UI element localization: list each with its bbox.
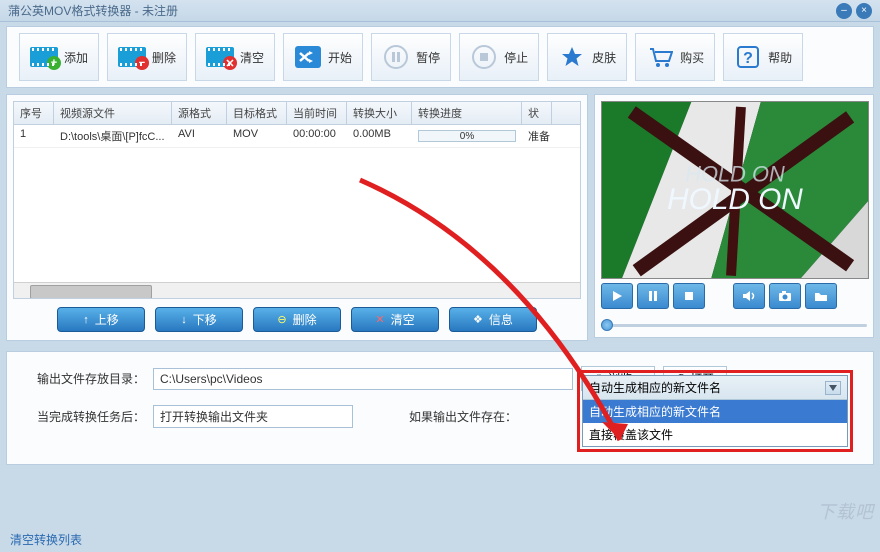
- table-body: 1 D:\tools\桌面\[P]fcC... AVI MOV 00:00:00…: [14, 125, 580, 148]
- cell-seq: 1: [14, 125, 54, 147]
- start-button[interactable]: 开始: [283, 33, 363, 81]
- after-task-label: 当完成转换任务后：: [25, 408, 145, 425]
- stop-button[interactable]: 停止: [459, 33, 539, 81]
- skin-button[interactable]: 皮肤: [547, 33, 627, 81]
- filmstrip-clear-icon: ✕: [206, 46, 234, 68]
- col-src-format[interactable]: 源格式: [172, 102, 227, 124]
- chevron-down-icon[interactable]: [825, 381, 841, 395]
- combo-option[interactable]: 自动生成相应的新文件名: [583, 400, 847, 423]
- stop-icon: [470, 46, 498, 68]
- cell-source: D:\tools\桌面\[P]fcC...: [54, 125, 172, 147]
- col-seq[interactable]: 序号: [14, 102, 54, 124]
- cell-status: 准备: [522, 125, 552, 147]
- seek-slider[interactable]: [601, 319, 867, 331]
- help-icon: ?: [734, 46, 762, 68]
- clear-button[interactable]: ✕ 清空: [195, 33, 275, 81]
- horizontal-scrollbar[interactable]: [14, 282, 580, 298]
- shuffle-icon: [294, 46, 322, 68]
- cell-tgt-format: MOV: [227, 125, 287, 147]
- help-button[interactable]: ? 帮助: [723, 33, 803, 81]
- pause-label: 暂停: [416, 49, 440, 66]
- progress-bar: 0%: [418, 130, 516, 142]
- output-settings-panel: 输出文件存放目录： ✺浏览... ✪打开 当完成转换任务后： 打开转换输出文件夹…: [6, 351, 874, 465]
- preview-panel: HOLD ON HOLD ON: [594, 94, 874, 338]
- col-tgt-format[interactable]: 目标格式: [227, 102, 287, 124]
- cell-size: 0.00MB: [347, 125, 412, 147]
- filmstrip-delete-icon: −: [118, 46, 146, 68]
- info-button[interactable]: ❖信息: [449, 307, 537, 332]
- video-preview[interactable]: HOLD ON HOLD ON: [601, 101, 869, 279]
- minus-circle-icon: ⊖: [277, 313, 286, 326]
- pause-icon: [382, 46, 410, 68]
- stop-label: 停止: [504, 49, 528, 66]
- cell-time: 00:00:00: [287, 125, 347, 147]
- combo-option[interactable]: 直接覆盖该文件: [583, 423, 847, 446]
- file-list-panel: 序号 视频源文件 源格式 目标格式 当前时间 转换大小 转换进度 状 1 D:\…: [6, 94, 588, 341]
- buy-button[interactable]: 购买: [635, 33, 715, 81]
- add-label: 添加: [64, 49, 88, 66]
- annotation-highlight-box: 自动生成相应的新文件名 自动生成相应的新文件名 直接覆盖该文件: [577, 370, 853, 452]
- delete-label: 删除: [152, 49, 176, 66]
- close-button[interactable]: ×: [856, 3, 872, 19]
- media-pause-button[interactable]: [637, 283, 669, 309]
- move-down-button[interactable]: ↓下移: [155, 307, 243, 332]
- slider-thumb[interactable]: [601, 319, 613, 331]
- info-icon: ❖: [473, 313, 483, 326]
- cell-progress: 0%: [412, 125, 522, 147]
- media-stop-button[interactable]: [673, 283, 705, 309]
- skin-label: 皮肤: [592, 49, 616, 66]
- file-table[interactable]: 序号 视频源文件 源格式 目标格式 当前时间 转换大小 转换进度 状 1 D:\…: [13, 101, 581, 299]
- arrow-up-icon: ↑: [83, 314, 89, 326]
- snapshot-button[interactable]: [769, 283, 801, 309]
- list-clear-button[interactable]: ✕清空: [351, 307, 439, 332]
- col-size[interactable]: 转换大小: [347, 102, 412, 124]
- play-button[interactable]: [601, 283, 633, 309]
- combo-dropdown-list: 自动生成相应的新文件名 直接覆盖该文件: [583, 400, 847, 446]
- delete-button[interactable]: − 删除: [107, 33, 187, 81]
- combo-selected[interactable]: 自动生成相应的新文件名: [583, 376, 847, 400]
- x-icon: ✕: [375, 313, 384, 326]
- cell-src-format: AVI: [172, 125, 227, 147]
- output-dir-label: 输出文件存放目录：: [25, 370, 145, 387]
- media-controls: [601, 279, 867, 313]
- clear-list-link[interactable]: 清空转换列表: [10, 531, 82, 548]
- add-button[interactable]: + 添加: [19, 33, 99, 81]
- output-dir-input[interactable]: [153, 368, 573, 390]
- table-header: 序号 视频源文件 源格式 目标格式 当前时间 转换大小 转换进度 状: [14, 102, 580, 125]
- svg-text:?: ?: [743, 50, 753, 67]
- cart-icon: [646, 46, 674, 68]
- filmstrip-add-icon: +: [30, 46, 58, 68]
- clear-label: 清空: [240, 49, 264, 66]
- list-action-bar: ↑上移 ↓下移 ⊖删除 ✕清空 ❖信息: [13, 299, 581, 334]
- col-status[interactable]: 状: [522, 102, 552, 124]
- move-up-button[interactable]: ↑上移: [57, 307, 145, 332]
- start-label: 开始: [328, 49, 352, 66]
- pause-button[interactable]: 暂停: [371, 33, 451, 81]
- after-task-select[interactable]: 打开转换输出文件夹: [153, 405, 353, 428]
- help-label: 帮助: [768, 49, 792, 66]
- titlebar: 蒲公英MOV格式转换器 - 未注册 – ×: [0, 0, 880, 22]
- col-progress[interactable]: 转换进度: [412, 102, 522, 124]
- window-title: 蒲公英MOV格式转换器 - 未注册: [8, 2, 178, 19]
- volume-button[interactable]: [733, 283, 765, 309]
- list-delete-button[interactable]: ⊖删除: [253, 307, 341, 332]
- svg-text:HOLD ON: HOLD ON: [667, 183, 803, 216]
- minimize-button[interactable]: –: [836, 3, 852, 19]
- if-exists-label: 如果输出文件存在：: [409, 408, 517, 425]
- table-row[interactable]: 1 D:\tools\桌面\[P]fcC... AVI MOV 00:00:00…: [14, 125, 580, 148]
- if-exists-select[interactable]: 自动生成相应的新文件名 自动生成相应的新文件名 直接覆盖该文件: [582, 375, 848, 447]
- watermark-text: 下载吧: [817, 498, 874, 524]
- arrow-down-icon: ↓: [181, 314, 187, 326]
- col-source[interactable]: 视频源文件: [54, 102, 172, 124]
- folder-button[interactable]: [805, 283, 837, 309]
- main-toolbar: + 添加 − 删除 ✕ 清空 开始 暂停 停止 皮肤 购买 ? 帮助: [6, 26, 874, 88]
- star-icon: [558, 46, 586, 68]
- col-time[interactable]: 当前时间: [287, 102, 347, 124]
- preview-art-icon: HOLD ON HOLD ON: [602, 102, 868, 279]
- buy-label: 购买: [680, 49, 704, 66]
